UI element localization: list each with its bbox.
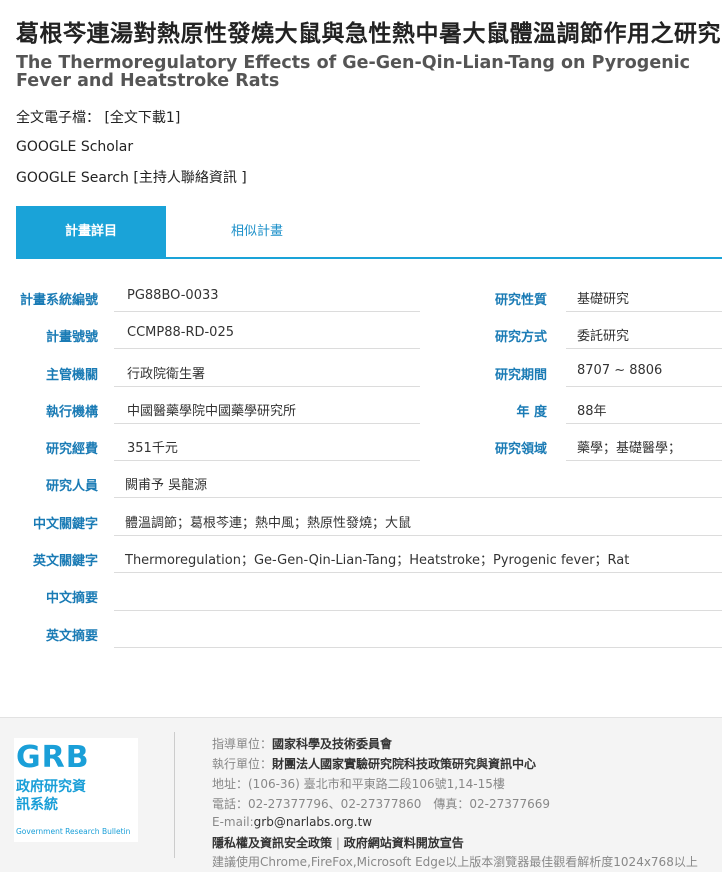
grb-logo-zh: 政府研究資訊系統 <box>16 779 86 813</box>
period-value: 8707 ~ 8806 <box>577 363 663 378</box>
divider <box>114 572 722 573</box>
plan-system-no-value: PG88BO-0033 <box>127 288 219 303</box>
footer-executor: 執行單位：財團法人國家實驗研究院科技政策研究與資訊中心 <box>212 755 536 772</box>
tab-plan-details[interactable]: 計畫詳目 <box>16 206 166 257</box>
tab-bar: 計畫詳目 相似計畫 <box>16 206 722 259</box>
field-label: 研究領域 <box>494 442 547 457</box>
authority-label: 主管機關 <box>45 368 98 383</box>
footer-executor-label: 執行單位： <box>212 757 273 771</box>
keywords-zh-value: 體溫調節；葛根芩連；熱中風；熱原性發燒；大鼠 <box>125 516 412 531</box>
divider <box>114 647 722 648</box>
footer-supervisor-value: 國家科學及技術委員會 <box>272 737 393 751</box>
divider <box>114 497 722 498</box>
divider <box>114 535 722 536</box>
google-search-row: GOOGLE Search [主持人聯絡資訊 ] <box>16 167 247 187</box>
footer-supervisor-label: 指導單位： <box>212 737 273 751</box>
research-nature-label: 研究性質 <box>494 293 547 308</box>
funding-label: 研究經費 <box>45 442 98 457</box>
divider <box>566 311 722 312</box>
page-title-en: The Thermoregulatory Effects of Ge-Gen-Q… <box>16 54 691 90</box>
divider <box>114 610 722 611</box>
divider <box>566 348 722 349</box>
year-label: 年 度 <box>516 405 547 420</box>
contact-info-link[interactable]: [主持人聯絡資訊 ] <box>133 170 246 186</box>
keywords-zh-label: 中文關鍵字 <box>32 517 98 532</box>
divider <box>114 423 420 424</box>
researchers-value: 闕甫予 吳龍源 <box>125 478 208 493</box>
keywords-en-label: 英文關鍵字 <box>32 554 98 569</box>
funding-value: 351千元 <box>127 441 178 456</box>
footer-phone: 電話：02-27377796、02-27377860 傳真：02-2737766… <box>212 797 551 811</box>
page-title-zh: 葛根芩連湯對熱原性發燒大鼠與急性熱中暑大鼠體溫調節作用之研究 <box>16 21 721 47</box>
footer-supervisor: 指導單位：國家科學及技術委員會 <box>212 735 392 752</box>
site-footer: GRB 政府研究資訊系統 Government Research Bulleti… <box>0 717 722 872</box>
divider <box>114 348 420 349</box>
grb-logo-en: Government Research Bulletin <box>16 827 131 836</box>
google-search-link[interactable]: GOOGLE Search <box>16 170 129 186</box>
research-nature-value: 基礎研究 <box>577 292 630 307</box>
footer-email: E-mail:grb@narlabs.org.tw <box>212 815 372 829</box>
executor-value: 中國醫藥學院中國藥學研究所 <box>127 404 297 419</box>
research-method-value: 委託研究 <box>577 329 630 344</box>
footer-link-separator: | <box>335 836 340 850</box>
keywords-en-value: Thermoregulation；Ge-Gen-Qin-Lian-Tang；He… <box>125 553 630 568</box>
executor-label: 執行機構 <box>45 405 98 420</box>
divider <box>114 460 420 461</box>
period-label: 研究期間 <box>494 368 547 383</box>
footer-email-link[interactable]: grb@narlabs.org.tw <box>254 815 372 829</box>
footer-email-label: E-mail: <box>212 815 254 829</box>
abstract-zh-label: 中文摘要 <box>45 591 98 606</box>
researchers-label: 研究人員 <box>45 479 98 494</box>
year-value: 88年 <box>577 404 607 419</box>
tab-similar-plans[interactable]: 相似計畫 <box>182 206 332 257</box>
google-scholar-link[interactable]: GOOGLE Scholar <box>16 139 133 155</box>
authority-value: 行政院衛生署 <box>127 367 206 382</box>
fulltext-download-link[interactable]: [全文下載1] <box>104 110 180 126</box>
grb-logo[interactable]: GRB 政府研究資訊系統 Government Research Bulleti… <box>14 738 138 842</box>
plan-system-no-label: 計畫系統編號 <box>19 293 98 308</box>
open-data-link[interactable]: 政府網站資料開放宣告 <box>344 836 464 850</box>
footer-divider <box>174 732 175 858</box>
privacy-policy-link[interactable]: 隱私權及資訊安全政策 <box>212 836 332 850</box>
footer-browser-note: 建議使用Chrome,FireFox,Microsoft Edge以上版本瀏覽器… <box>212 855 698 869</box>
footer-address: 地址：(106-36) 臺北市和平東路二段106號1,14-15樓 <box>212 777 505 791</box>
google-scholar-row: GOOGLE Scholar <box>16 139 133 155</box>
research-method-label: 研究方式 <box>494 330 547 345</box>
divider <box>114 386 420 387</box>
footer-links: 隱私權及資訊安全政策 | 政府網站資料開放宣告 <box>212 834 464 851</box>
divider <box>114 311 420 312</box>
plan-no-value: CCMP88-RD-025 <box>127 325 234 340</box>
divider <box>566 423 722 424</box>
field-value: 藥學；基礎醫學； <box>577 441 682 456</box>
divider <box>566 386 722 387</box>
grb-logo-text: GRB <box>16 740 90 775</box>
abstract-en-label: 英文摘要 <box>45 629 98 644</box>
fulltext-label: 全文電子檔： <box>16 110 100 126</box>
fulltext-row: 全文電子檔： [全文下載1] <box>16 107 180 127</box>
plan-no-label: 計畫號號 <box>45 330 98 345</box>
footer-executor-value: 財團法人國家實驗研究院科技政策研究與資訊中心 <box>272 757 537 771</box>
divider <box>566 460 722 461</box>
